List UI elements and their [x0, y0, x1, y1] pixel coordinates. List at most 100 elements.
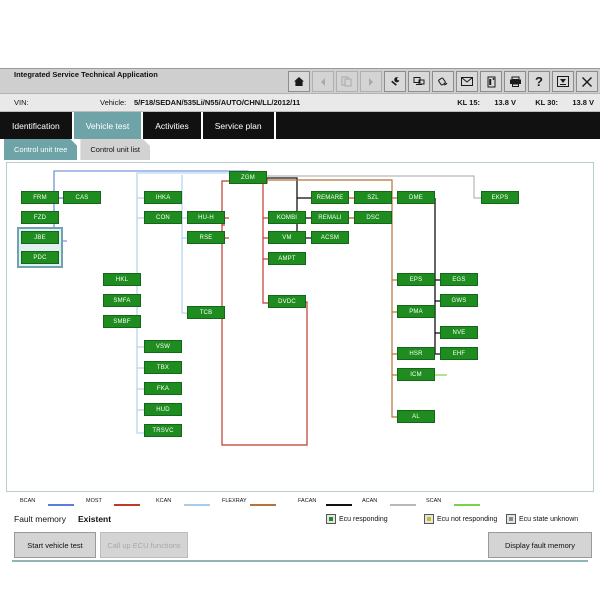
ecu-network-diagram[interactable]: FRM CAS FZD JBE PDC HKL SMFA SMBF IHKA CON VSW TBX F…: [7, 163, 593, 491]
ecu-node-hud[interactable]: HUD: [144, 403, 182, 416]
bus-type-legend: BCAN MOST KCAN FLEXRAY FACAN ACAN SCAN: [6, 496, 594, 512]
ecu-node-dsc[interactable]: DSC: [354, 211, 392, 224]
tab-bar-filler: [275, 112, 600, 139]
help-icon[interactable]: ?: [528, 71, 550, 92]
battery-icon[interactable]: [480, 71, 502, 92]
plug-icon[interactable]: [432, 71, 454, 92]
vin-label: VIN:: [14, 98, 29, 107]
bus-legend-line-kcan: [184, 504, 210, 506]
ecu-state-label: Ecu state unknown: [519, 515, 579, 523]
subtab-control-unit-tree[interactable]: Control unit tree: [4, 139, 77, 160]
kl15-label: KL 15:: [457, 98, 480, 107]
bus-legend-label-facan: FACAN: [298, 498, 317, 504]
back-arrow-icon[interactable]: [312, 71, 334, 92]
ecu-node-hkl[interactable]: HKL: [103, 273, 141, 286]
fault-memory-value: Existent: [78, 514, 112, 524]
bottom-divider: [12, 560, 588, 562]
forward-arrow-icon[interactable]: [360, 71, 382, 92]
bus-legend-label-bcan: BCAN: [20, 498, 36, 504]
ista-application-window: Integrated Service Technical Application: [0, 68, 600, 562]
ecu-node-vsw[interactable]: VSW: [144, 340, 182, 353]
ecu-node-tbx[interactable]: TBX: [144, 361, 182, 374]
tab-activities[interactable]: Activities: [143, 112, 201, 139]
envelope-icon[interactable]: [456, 71, 478, 92]
close-icon[interactable]: [576, 71, 598, 92]
call-up-ecu-functions-button[interactable]: Call up ECU functions: [100, 532, 188, 558]
bus-legend-label-acan: ACAN: [362, 498, 378, 504]
ecu-node-con[interactable]: CON: [144, 211, 182, 224]
kl30-label: KL 30:: [535, 98, 558, 107]
toolbar: ?: [288, 71, 598, 92]
ecu-node-tcb[interactable]: TCB: [187, 306, 225, 319]
ecu-node-acsm[interactable]: ACSM: [311, 231, 349, 244]
sub-tab-bar: Control unit tree Control unit list: [0, 139, 600, 160]
subtab-control-unit-list[interactable]: Control unit list: [80, 139, 150, 160]
ecu-node-dvdc[interactable]: DVDC: [268, 295, 306, 308]
ecu-node-hu-h[interactable]: HU-H: [187, 211, 225, 224]
status-row: Fault memory Existent Ecu responding Ecu …: [6, 512, 594, 528]
ecu-node-remare[interactable]: REMARE: [311, 191, 349, 204]
ecu-node-szl[interactable]: SZL: [354, 191, 392, 204]
ecu-node-pma[interactable]: PMA: [397, 305, 435, 318]
ecu-node-icm[interactable]: ICM: [397, 368, 435, 381]
bus-legend-label-scan: SCAN: [426, 498, 442, 504]
ecu-node-smbf[interactable]: SMBF: [103, 315, 141, 328]
ecu-node-nve[interactable]: NVE: [440, 326, 478, 339]
ecu-node-zgm[interactable]: ZGM: [229, 171, 267, 184]
ecu-node-fzd[interactable]: FZD: [21, 211, 59, 224]
tab-identification[interactable]: Identification: [0, 112, 72, 139]
monitor-icon[interactable]: [408, 71, 430, 92]
tab-service-plan[interactable]: Service plan: [202, 112, 274, 139]
wrench-icon[interactable]: [384, 71, 406, 92]
ecu-node-dme[interactable]: DME: [397, 191, 435, 204]
page-copy-icon[interactable]: [336, 71, 358, 92]
status-swatch-icon: [506, 514, 516, 524]
bus-legend-label-flexray: FLEXRAY: [222, 498, 247, 504]
bus-legend-label-kcan: KCAN: [156, 498, 172, 504]
ecu-state-label: Ecu not responding: [437, 515, 498, 523]
ecu-node-vm[interactable]: VM: [268, 231, 306, 244]
ecu-node-egs[interactable]: EGS: [440, 273, 478, 286]
ecu-node-hsr[interactable]: HSR: [397, 347, 435, 360]
ecu-node-fka[interactable]: FKA: [144, 382, 182, 395]
bus-legend-line-most: [114, 504, 140, 506]
start-vehicle-test-button[interactable]: Start vehicle test: [14, 532, 96, 558]
ecu-node-kombi[interactable]: KOMBI: [268, 211, 306, 224]
ecu-node-gws[interactable]: GWS: [440, 294, 478, 307]
ecu-node-pdc[interactable]: PDC: [21, 251, 59, 264]
status-swatch-icon: [424, 514, 434, 524]
fault-memory-label: Fault memory: [14, 514, 66, 524]
vehicle-value: 5/F18/SEDAN/535Li/N55/AUTO/CHN/LL/2012/1…: [134, 98, 301, 107]
control-unit-tree-panel: FRM CAS FZD JBE PDC HKL SMFA SMBF IHKA CON VSW TBX F…: [6, 162, 594, 492]
display-fault-memory-button[interactable]: Display fault memory: [488, 532, 592, 558]
action-button-row: Start vehicle test Call up ECU functions…: [6, 532, 594, 562]
minimize-icon[interactable]: [552, 71, 574, 92]
ecu-node-al[interactable]: AL: [397, 410, 435, 423]
ecu-node-ihka[interactable]: IHKA: [144, 191, 182, 204]
ecu-state-legend-0: Ecu responding: [326, 514, 388, 524]
ecu-node-eps[interactable]: EPS: [397, 273, 435, 286]
printer-icon[interactable]: [504, 71, 526, 92]
ecu-node-ehf[interactable]: EHF: [440, 347, 478, 360]
ecu-node-frm[interactable]: FRM: [21, 191, 59, 204]
kl15-value: 13.8 V: [494, 98, 516, 107]
ecu-node-trsvc[interactable]: TRSVC: [144, 424, 182, 437]
ecu-state-legend-1: Ecu not responding: [424, 514, 497, 524]
ecu-node-smfa[interactable]: SMFA: [103, 294, 141, 307]
ecu-node-jbe[interactable]: JBE: [21, 231, 59, 244]
ecu-node-remali[interactable]: REMALI: [311, 211, 349, 224]
ecu-node-cas[interactable]: CAS: [63, 191, 101, 204]
vehicle-info-bar: VIN: Vehicle: 5/F18/SEDAN/535Li/N55/AUTO…: [0, 94, 600, 112]
bus-legend-line-facan: [326, 504, 352, 506]
ecu-node-ekps[interactable]: EKPS: [481, 191, 519, 204]
home-icon[interactable]: [288, 71, 310, 92]
bus-legend-line-acan: [390, 504, 416, 506]
title-bar: Integrated Service Technical Application: [0, 68, 600, 94]
application-title: Integrated Service Technical Application: [14, 70, 158, 79]
ecu-node-rse[interactable]: RSE: [187, 231, 225, 244]
tab-vehicle-test[interactable]: Vehicle test: [73, 112, 142, 139]
bus-legend-line-scan: [454, 504, 480, 506]
kl30-value: 13.8 V: [572, 98, 594, 107]
ecu-node-ampt[interactable]: AMPT: [268, 252, 306, 265]
status-swatch-icon: [326, 514, 336, 524]
